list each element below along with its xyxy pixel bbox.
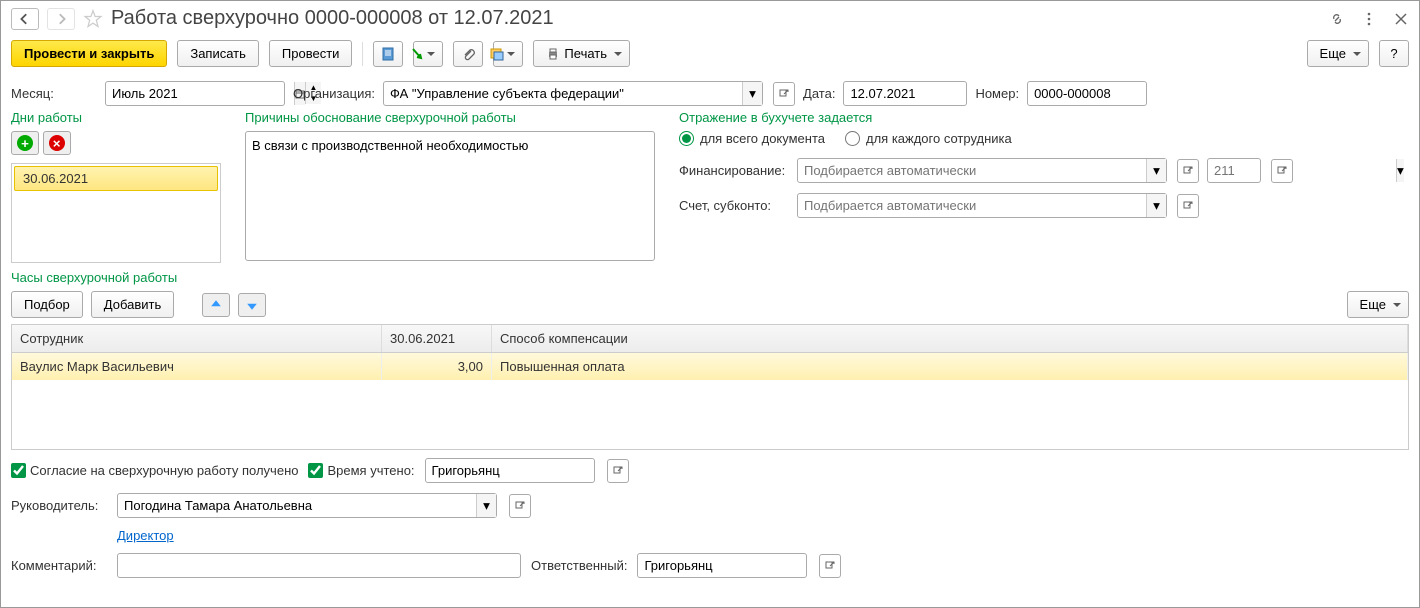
create-based-on-button[interactable] xyxy=(413,41,443,67)
plus-icon: + xyxy=(17,135,33,151)
hours-section-title: Часы сверхурочной работы xyxy=(11,270,1409,285)
number-label: Номер: xyxy=(975,86,1019,101)
month-label: Месяц: xyxy=(11,86,97,101)
financing-label: Финансирование: xyxy=(679,163,789,178)
cell-hours[interactable]: 3,00 xyxy=(382,353,492,380)
reflect-section-title: Отражение в бухучете задается xyxy=(679,110,1409,125)
manager-label: Руководитель: xyxy=(11,498,107,513)
date-list[interactable]: 30.06.2021 xyxy=(11,163,221,263)
resp-open-icon[interactable] xyxy=(819,554,841,578)
financing-open-icon[interactable] xyxy=(1177,159,1199,183)
link-icon[interactable] xyxy=(1329,11,1345,27)
reason-section-title: Причины обоснование сверхурочной работы xyxy=(245,110,655,125)
attach-icon-button[interactable] xyxy=(453,41,483,67)
org-field[interactable] xyxy=(384,82,742,105)
manager-role-link[interactable]: Директор xyxy=(11,528,174,543)
save-button[interactable]: Записать xyxy=(177,40,259,67)
help-button[interactable]: ? xyxy=(1379,40,1409,67)
financing-field[interactable] xyxy=(798,159,1146,182)
cell-employee[interactable]: Ваулис Марк Васильевич xyxy=(12,353,382,380)
document-icon-button[interactable] xyxy=(373,41,403,67)
time-by-field[interactable] xyxy=(426,459,614,482)
responsible-input[interactable]: ▾ xyxy=(637,553,807,578)
pick-button[interactable]: Подбор xyxy=(11,291,83,318)
account-open-icon[interactable] xyxy=(1177,194,1199,218)
financing-input[interactable]: ▾ xyxy=(797,158,1167,183)
org-open-icon[interactable] xyxy=(773,82,795,106)
date-item[interactable]: 30.06.2021 xyxy=(14,166,218,191)
hours-table: Сотрудник 30.06.2021 Способ компенсации … xyxy=(11,324,1409,450)
org-label: Организация: xyxy=(293,86,375,101)
post-button[interactable]: Провести xyxy=(269,40,353,67)
move-up-button[interactable] xyxy=(202,293,230,317)
table-row[interactable]: Ваулис Марк Васильевич 3,00 Повышенная о… xyxy=(12,353,1408,380)
date-input[interactable] xyxy=(843,81,967,106)
reflect-radio-each[interactable]: для каждого сотрудника xyxy=(845,131,1012,146)
account211-open-icon[interactable] xyxy=(1271,159,1293,183)
manager-input[interactable]: ▾ xyxy=(117,493,497,518)
back-button[interactable] xyxy=(11,8,39,30)
comment-input[interactable] xyxy=(117,553,521,578)
col-date[interactable]: 30.06.2021 xyxy=(382,325,492,352)
add-date-button[interactable]: + xyxy=(11,131,39,155)
favorite-star-icon[interactable] xyxy=(83,9,103,29)
kebab-menu-icon[interactable] xyxy=(1361,11,1377,27)
account211-dd-icon[interactable]: ▾ xyxy=(1396,159,1404,182)
table-more-button[interactable]: Еще xyxy=(1347,291,1409,318)
number-field[interactable] xyxy=(1028,82,1216,105)
financing-dd-icon[interactable]: ▾ xyxy=(1146,159,1166,182)
manager-open-icon[interactable] xyxy=(509,494,531,518)
account211-input[interactable]: ▾ xyxy=(1207,158,1261,183)
x-icon: × xyxy=(49,135,65,151)
account-input[interactable]: ▾ xyxy=(797,193,1167,218)
comment-label: Комментарий: xyxy=(11,558,107,573)
print-button[interactable]: Печать xyxy=(533,40,630,67)
manager-dd-icon[interactable]: ▾ xyxy=(476,494,496,517)
close-icon[interactable] xyxy=(1393,11,1409,27)
consent-checkbox[interactable]: Согласие на сверхурочную работу получено xyxy=(11,463,298,478)
move-down-button[interactable] xyxy=(238,293,266,317)
date-label: Дата: xyxy=(803,86,835,101)
reason-textarea[interactable]: В связи с производственной необходимость… xyxy=(245,131,655,261)
post-and-close-button[interactable]: Провести и закрыть xyxy=(11,40,167,67)
month-field[interactable] xyxy=(106,82,294,105)
comment-field[interactable] xyxy=(118,554,520,577)
forward-button[interactable] xyxy=(47,8,75,30)
time-open-icon[interactable] xyxy=(607,459,629,483)
col-compensation[interactable]: Способ компенсации xyxy=(492,325,1408,352)
remove-date-button[interactable]: × xyxy=(43,131,71,155)
related-icon-button[interactable] xyxy=(493,41,523,67)
add-row-button[interactable]: Добавить xyxy=(91,291,174,318)
responsible-field[interactable] xyxy=(638,554,826,577)
more-button[interactable]: Еще xyxy=(1307,40,1369,67)
col-employee[interactable]: Сотрудник xyxy=(12,325,382,352)
manager-field[interactable] xyxy=(118,494,476,517)
account-dd-icon[interactable]: ▾ xyxy=(1146,194,1166,217)
toolbar-divider xyxy=(362,42,363,66)
account-field[interactable] xyxy=(798,194,1146,217)
time-checkbox[interactable]: Время учтено: xyxy=(308,463,414,478)
days-section-title: Дни работы xyxy=(11,110,221,125)
time-by-input[interactable]: ▾ xyxy=(425,458,595,483)
account-label: Счет, субконто: xyxy=(679,198,789,213)
month-input[interactable]: ▲▼ xyxy=(105,81,285,106)
org-dropdown-icon[interactable]: ▾ xyxy=(742,82,762,105)
responsible-label: Ответственный: xyxy=(531,558,627,573)
reflect-radio-all[interactable]: для всего документа xyxy=(679,131,825,146)
number-input[interactable] xyxy=(1027,81,1147,106)
account211-field[interactable] xyxy=(1208,159,1396,182)
org-input[interactable]: ▾ xyxy=(383,81,763,106)
cell-compensation[interactable]: Повышенная оплата xyxy=(492,353,1408,380)
page-title: Работа сверхурочно 0000-000008 от 12.07.… xyxy=(111,7,1321,30)
